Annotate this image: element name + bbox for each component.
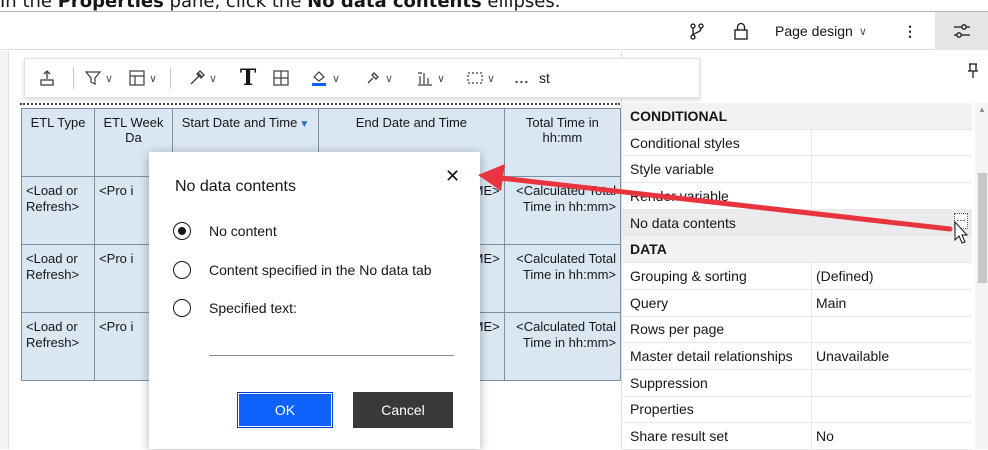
- specified-text-input[interactable]: [209, 355, 454, 356]
- property-row-style-variable[interactable]: Style variable: [622, 156, 972, 184]
- page-design-dropdown[interactable]: Page design ∨: [775, 12, 867, 50]
- property-row-grouping-sorting[interactable]: Grouping & sorting (Defined): [622, 263, 972, 290]
- table-cell[interactable]: <Load or Refresh>: [20, 176, 96, 245]
- cancel-button[interactable]: Cancel: [353, 392, 453, 428]
- data-format-icon[interactable]: ∨: [405, 58, 457, 98]
- text-format-icon[interactable]: T: [231, 58, 265, 98]
- properties-pane: CONDITIONAL Conditional styles Style var…: [621, 51, 988, 450]
- properties-table: CONDITIONAL Conditional styles Style var…: [622, 103, 972, 450]
- pin-icon[interactable]: [967, 63, 979, 84]
- padding-icon[interactable]: ∨: [457, 58, 505, 98]
- scrollbar-thumb[interactable]: [978, 173, 987, 283]
- object-toolbar: ∨ ∨ ∨ T ∨ ∨ ∨ ∨ ... st: [24, 58, 700, 98]
- column-header[interactable]: Total Time in hh:mm: [503, 108, 622, 177]
- property-row-master-detail[interactable]: Master detail relationships Unavailable: [622, 343, 972, 370]
- filter-icon[interactable]: ∨: [78, 58, 120, 98]
- radio-button[interactable]: [173, 299, 191, 317]
- property-row-no-data-contents[interactable]: No data contents ...: [622, 209, 972, 237]
- more-toolbar-button[interactable]: ...: [505, 58, 539, 98]
- sort-descending-icon[interactable]: ▼: [299, 119, 309, 130]
- option-no-content[interactable]: No content: [173, 222, 277, 240]
- option-no-data-tab[interactable]: Content specified in the No data tab: [173, 261, 432, 279]
- table-cell[interactable]: <Calculated Total Time in hh:mm>: [503, 312, 622, 381]
- section-conditional: CONDITIONAL: [622, 103, 972, 130]
- properties-toggle-icon[interactable]: [935, 12, 988, 50]
- radio-button-checked[interactable]: [173, 222, 191, 240]
- table-cell[interactable]: <Calculated Total Time in hh:mm>: [503, 244, 622, 313]
- close-icon[interactable]: ✕: [445, 166, 460, 187]
- properties-scrollbar[interactable]: ▲: [975, 103, 988, 449]
- scroll-up-icon[interactable]: ▲: [978, 105, 986, 114]
- table-cell[interactable]: <Calculated Total Time in hh:mm>: [503, 176, 622, 245]
- radio-button[interactable]: [173, 261, 191, 279]
- selection-dotted-line: [20, 103, 620, 105]
- property-row-properties[interactable]: Properties: [622, 396, 972, 424]
- summarize-icon[interactable]: ∨: [120, 58, 166, 98]
- property-row-render-variable[interactable]: Render variable: [622, 183, 972, 210]
- property-row-suppression[interactable]: Suppression: [622, 369, 972, 397]
- select-ancestor-icon[interactable]: [25, 58, 69, 98]
- table-cell[interactable]: <Load or Refresh>: [20, 244, 96, 313]
- property-row-query[interactable]: Query Main: [622, 289, 972, 317]
- ok-button[interactable]: OK: [237, 392, 333, 428]
- dialog-title: No data contents: [175, 178, 296, 195]
- section-data: DATA: [622, 236, 972, 264]
- column-header[interactable]: ETL Type: [20, 108, 96, 177]
- table-cell[interactable]: <Load or Refresh>: [20, 312, 96, 381]
- paint-brush-icon[interactable]: ∨: [353, 58, 405, 98]
- instruction-text: In the Properties pane, click the No dat…: [0, 0, 561, 12]
- top-bar: Page design ∨ ⋮: [0, 12, 988, 50]
- branch-icon[interactable]: [688, 12, 718, 50]
- properties-title-fragment: st: [539, 70, 550, 86]
- option-specified-text[interactable]: Specified text:: [173, 299, 297, 317]
- background-color-icon[interactable]: ∨: [297, 58, 353, 98]
- property-row-rows-per-page[interactable]: Rows per page: [622, 316, 972, 344]
- property-row-share-result-set[interactable]: Share result set No: [622, 423, 972, 450]
- property-row-conditional-styles[interactable]: Conditional styles: [622, 129, 972, 157]
- chevron-down-icon: ∨: [858, 25, 867, 38]
- ellipsis-button[interactable]: ...: [954, 212, 968, 229]
- borders-icon[interactable]: [265, 58, 297, 98]
- eyedropper-icon[interactable]: ∨: [175, 58, 231, 98]
- left-rail: [0, 51, 9, 449]
- no-data-contents-dialog: No data contents ✕ No content Content sp…: [149, 152, 480, 449]
- overflow-menu-icon[interactable]: ⋮: [902, 12, 918, 50]
- lock-icon[interactable]: [733, 12, 757, 50]
